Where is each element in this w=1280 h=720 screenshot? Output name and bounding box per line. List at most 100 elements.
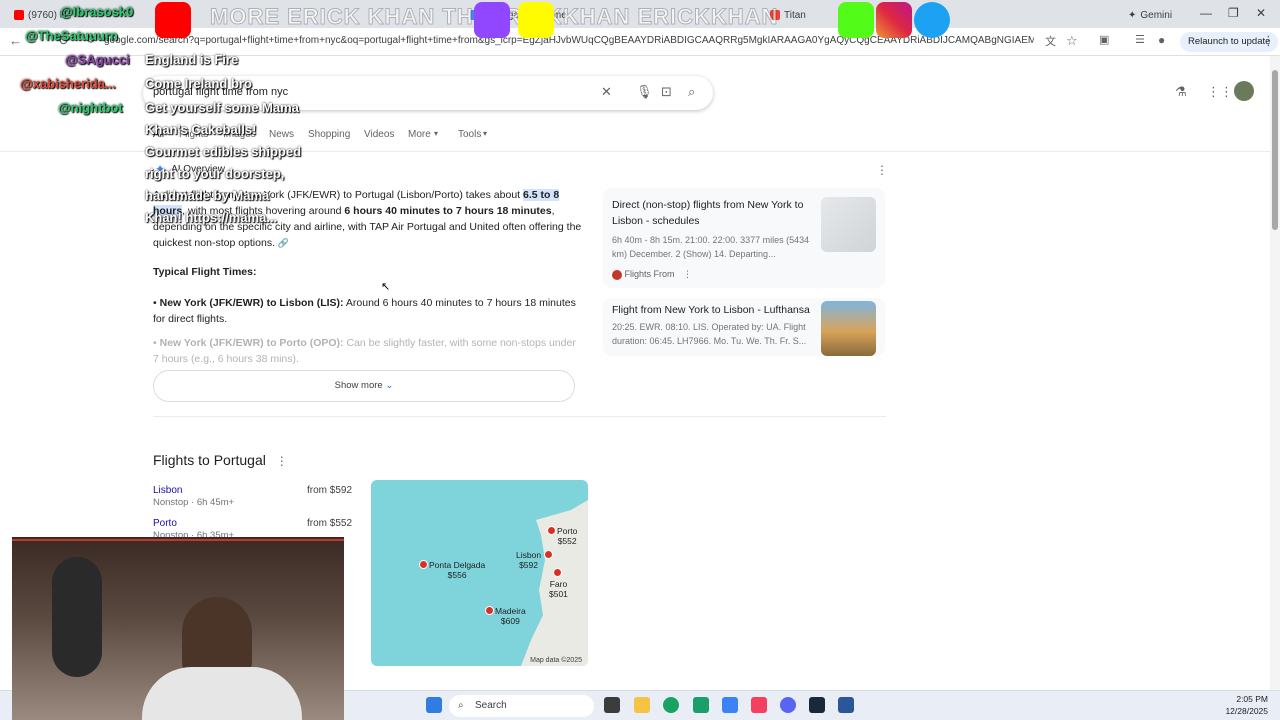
app-icon[interactable] [722, 697, 738, 713]
map-label-lisbon: Lisbon $592 [516, 550, 542, 570]
tab-label: Gemini [1140, 9, 1173, 21]
chat-message: handmade by Mama [145, 188, 270, 203]
stream-chat-overlay: @Ibrasosk0 @TheSatuuurn @SAgucci England… [0, 0, 340, 230]
map-attribution: Map data ©2025 [530, 657, 582, 664]
minimize-icon[interactable]: — [1200, 6, 1212, 20]
microphone-arm [52, 557, 102, 677]
flight-destination-lisbon[interactable]: Lisbon [153, 485, 182, 496]
card-title[interactable]: Flight from New York to Lisbon - Lufthan… [612, 302, 817, 318]
more-options-icon[interactable]: ⋮ [876, 163, 888, 177]
chat-username: @SAgucci [65, 52, 130, 67]
system-clock[interactable]: 2:05 PM 12/28/2025 [1218, 693, 1268, 717]
clear-icon[interactable]: ✕ [601, 84, 612, 100]
gemini-icon: ✦ [1128, 9, 1137, 21]
chat-username: @Ibrasosk0 [60, 4, 134, 19]
more-options-icon[interactable]: ⋮ [276, 454, 288, 468]
instagram-logo-icon [876, 2, 912, 38]
map-pin-porto[interactable] [547, 526, 556, 535]
chat-message: Gourmet edibles shipped [145, 144, 302, 159]
flight-price: from $592 [307, 485, 353, 496]
twitch-logo-icon [474, 2, 510, 38]
browser-tab-gemini[interactable]: ✦ Gemini [1128, 4, 1178, 26]
flight-info: Nonstop · 6h 45m+ [153, 497, 235, 508]
tab-tools[interactable]: Tools [458, 129, 481, 140]
bookmark-star-icon[interactable]: ☆ [1066, 33, 1078, 49]
source-card[interactable]: Direct (non-stop) flights from New York … [603, 188, 885, 288]
flight-destination-porto[interactable]: Porto [153, 518, 177, 529]
search-icon: ⌕ [458, 700, 464, 711]
map-pin-ponta-delgada[interactable] [419, 560, 428, 569]
apps-grid-icon[interactable]: ⋮⋮ [1207, 84, 1233, 100]
microphone-icon[interactable]: 🎙 [636, 84, 653, 100]
list-item: • New York (JFK/EWR) to Lisbon (LIS): Ar… [153, 297, 576, 325]
card-snippet: 20:25. EWR. 08:10. LIS. Operated by: UA.… [612, 322, 807, 346]
twitter-logo-icon [914, 2, 950, 38]
task-view-icon[interactable] [604, 697, 620, 713]
calculator-icon[interactable] [838, 697, 854, 713]
link-icon[interactable]: 🔗 [278, 238, 289, 248]
chat-message: right to your doorstep, [145, 166, 285, 181]
streamer-body [142, 667, 302, 720]
flights-map[interactable]: Porto $552 Lisbon $592 Faro $501 Ponta Delg… [371, 480, 588, 666]
chrome-icon[interactable] [663, 697, 679, 713]
chat-username: @TheSatuuurn [25, 28, 118, 43]
taskbar-search[interactable]: ⌕ Search [449, 695, 594, 717]
screen-cast-icon[interactable]: ▣ [1099, 33, 1109, 46]
app-icon[interactable] [693, 697, 709, 713]
scrollbar-thumb[interactable] [1272, 70, 1278, 230]
kick-logo-icon [838, 2, 874, 38]
tab-search-icon[interactable]: ☰ [1135, 33, 1145, 46]
map-label-ponta-delgada: Ponta Delgada $556 [429, 560, 486, 580]
windows-start-icon[interactable] [426, 697, 442, 713]
chat-message: England is Fire [145, 52, 239, 67]
card-snippet: 6h 40m - 8h 15m. 21:00. 22:00. 3377 mile… [612, 235, 810, 259]
section-divider [153, 416, 886, 417]
file-explorer-icon[interactable] [634, 697, 650, 713]
chat-message: Get yourself some Mama [145, 100, 299, 115]
flights-heading: Flights to Portugal ⋮ [153, 452, 288, 468]
search-icon[interactable]: ⌕ [688, 84, 695, 100]
profile-icon[interactable]: ● [1158, 33, 1165, 47]
chevron-down-icon: ▾ [483, 129, 488, 138]
chat-username: @nightbot [58, 100, 123, 115]
avatar[interactable] [1234, 81, 1254, 101]
maximize-icon[interactable]: ❐ [1228, 6, 1239, 20]
tab-videos[interactable]: Videos [364, 129, 394, 140]
site-favicon-icon [612, 269, 622, 280]
map-label-faro: Faro $501 [549, 579, 568, 599]
snapchat-logo-icon [518, 2, 554, 38]
close-icon[interactable]: ✕ [1256, 6, 1266, 20]
card-source: Flights From ⋮ [612, 267, 817, 281]
music-icon[interactable] [751, 697, 767, 713]
menu-dots-icon[interactable]: ⋮ [1262, 33, 1275, 49]
card-thumbnail [821, 301, 876, 356]
chat-message: Khan! https://mama... [145, 210, 278, 225]
show-more-button[interactable]: Show more ⌄ [153, 370, 575, 402]
tab-more[interactable]: More [408, 129, 431, 140]
webcam-feed [12, 537, 344, 720]
translate-icon[interactable]: 文 [1045, 33, 1056, 49]
more-options-icon[interactable]: ⋮ [683, 269, 692, 279]
chat-username: @xabisherida... [20, 76, 116, 91]
labs-flask-icon[interactable]: ⚗ [1175, 84, 1187, 100]
map-pin-lisbon[interactable] [544, 550, 553, 559]
lens-icon[interactable]: ⊡ [661, 84, 672, 100]
discord-icon[interactable] [780, 697, 796, 713]
source-card[interactable]: Flight from New York to Lisbon - Lufthan… [603, 298, 885, 356]
card-thumbnail [821, 197, 876, 252]
chat-message: Come Ireland bro [145, 76, 252, 91]
chat-message: Khan's Cakeballs! [145, 122, 257, 137]
mouse-cursor-icon: ↖ [381, 281, 391, 293]
webcam-led-strip [12, 539, 344, 541]
map-label-porto: Porto $552 [557, 526, 578, 546]
map-pin-madeira[interactable] [485, 606, 494, 615]
chevron-down-icon: ⌄ [385, 380, 394, 391]
map-pin-faro[interactable] [553, 568, 562, 577]
typical-times-heading: Typical Flight Times: [153, 266, 257, 278]
tab-label: Titan [784, 9, 806, 21]
card-title[interactable]: Direct (non-stop) flights from New York … [612, 197, 817, 229]
map-label-madeira: Madeira $609 [495, 606, 526, 626]
flight-price: from $552 [307, 518, 353, 529]
chevron-down-icon: ▾ [434, 129, 439, 138]
steam-icon[interactable] [809, 697, 825, 713]
